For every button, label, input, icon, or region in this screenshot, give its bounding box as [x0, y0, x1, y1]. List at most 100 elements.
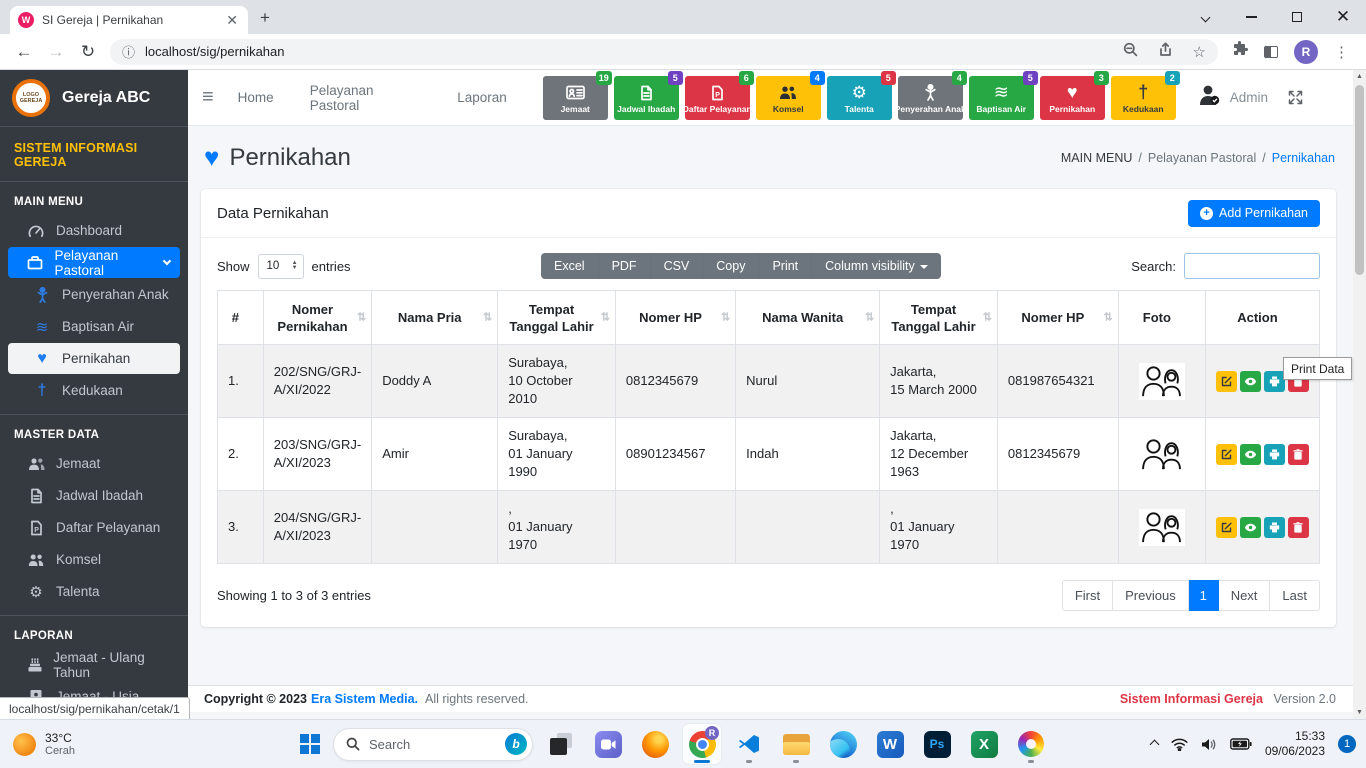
sidebar-item-pelayanan-pastoral[interactable]: Pelayanan Pastoral [8, 247, 180, 278]
sidebar-item-daftar-pelayanan[interactable]: P Daftar Pelayanan [8, 512, 180, 543]
bookmark-star-icon[interactable]: ☆ [1193, 43, 1206, 61]
share-icon[interactable] [1158, 42, 1173, 62]
col-header-hp-wanita[interactable]: Nomer HP⇅ [997, 291, 1118, 345]
print-button[interactable] [1264, 444, 1285, 465]
window-maximize-button[interactable] [1274, 0, 1320, 34]
zoom-icon[interactable] [1123, 42, 1138, 62]
taskbar-app-explorer[interactable] [777, 724, 815, 764]
pagination-previous[interactable]: Previous [1113, 580, 1189, 611]
sidebar-item-jemaat-ulang-tahun[interactable]: Jemaat - Ulang Tahun [8, 649, 180, 680]
forward-icon[interactable]: → [40, 42, 72, 62]
tab-close-icon[interactable]: ✕ [224, 12, 240, 29]
tile-talenta[interactable]: 5 ⚙ Talenta [827, 76, 892, 120]
taskbar-app-chrome[interactable]: R [683, 724, 721, 764]
sidebar-item-baptisan-air[interactable]: ≋ Baptisan Air [8, 311, 180, 342]
excel-button[interactable]: Excel [541, 253, 599, 279]
sidebar-item-penyerahan-anak[interactable]: Penyerahan Anak [8, 279, 180, 310]
taskbar-app-paint[interactable] [1012, 724, 1050, 764]
new-tab-button[interactable]: + [260, 8, 270, 28]
scrollbar-thumb[interactable] [1355, 85, 1364, 275]
tray-chevron-up-icon[interactable] [1151, 741, 1158, 748]
view-button[interactable] [1240, 444, 1261, 465]
view-button[interactable] [1240, 517, 1261, 538]
taskbar-app-word[interactable]: W [871, 724, 909, 764]
col-header-nama-wanita[interactable]: Nama Wanita⇅ [736, 291, 880, 345]
nav-link-pelayanan-pastoral[interactable]: Pelayanan Pastoral [310, 83, 422, 113]
taskbar-app-vscode[interactable] [730, 724, 768, 764]
browser-profile-avatar[interactable]: R [1294, 40, 1318, 64]
column-visibility-button[interactable]: Column visibility [812, 253, 941, 279]
page-scrollbar[interactable]: ▲ ▼ [1353, 70, 1366, 719]
pagination-page-1[interactable]: 1 [1189, 580, 1219, 611]
browser-menu-icon[interactable]: ⋮ [1334, 43, 1349, 61]
tile-pernikahan[interactable]: 3 ♥ Pernikahan [1040, 76, 1105, 120]
tile-kedukaan[interactable]: 2 † Kedukaan [1111, 76, 1176, 120]
speaker-icon[interactable] [1201, 738, 1217, 751]
col-header-nomer[interactable]: NomerPernikahan⇅ [263, 291, 371, 345]
taskbar-app-chat[interactable] [589, 724, 627, 764]
taskbar-app-firefox[interactable] [636, 724, 674, 764]
sidebar-item-dashboard[interactable]: Dashboard [8, 215, 180, 246]
pagination-last[interactable]: Last [1270, 580, 1320, 611]
csv-button[interactable]: CSV [651, 253, 704, 279]
search-input[interactable] [1184, 253, 1320, 279]
nav-link-laporan[interactable]: Laporan [457, 90, 507, 105]
pdf-button[interactable]: PDF [599, 253, 651, 279]
fullscreen-expand-icon[interactable] [1288, 90, 1303, 105]
pagination-next[interactable]: Next [1219, 580, 1271, 611]
tile-baptisan-air[interactable]: 5 ≋ Baptisan Air [969, 76, 1034, 120]
view-button[interactable] [1240, 371, 1261, 392]
window-menu-chevron-icon[interactable] [1182, 0, 1228, 34]
taskbar-search[interactable]: Search b [333, 728, 533, 761]
scroll-down-icon[interactable]: ▼ [1356, 706, 1363, 719]
reload-icon[interactable]: ↻ [72, 42, 104, 62]
taskbar-app-excel[interactable]: X [965, 724, 1003, 764]
scroll-up-icon[interactable]: ▲ [1356, 70, 1363, 83]
page-length-select[interactable]: 10 ▲▼ [258, 254, 304, 279]
window-minimize-button[interactable] [1228, 0, 1274, 34]
col-header-hp-pria[interactable]: Nomer HP⇅ [615, 291, 735, 345]
tile-jemaat[interactable]: 19 Jemaat [543, 76, 608, 120]
hamburger-menu-icon[interactable]: ≡ [202, 86, 214, 109]
tile-daftar-pelayanan[interactable]: 6 P Daftar Pelayanan [685, 76, 750, 120]
edit-button[interactable] [1216, 444, 1237, 465]
battery-icon[interactable] [1230, 738, 1252, 750]
sidebar-item-kedukaan[interactable]: † Kedukaan [8, 375, 180, 406]
taskbar-app-desktops[interactable] [542, 724, 580, 764]
print-button[interactable] [1264, 517, 1285, 538]
apps-grid-icon[interactable] [1323, 90, 1339, 106]
address-bar[interactable]: ⓘ localhost/sig/pernikahan ☆ [110, 39, 1218, 65]
col-header-ttl-pria[interactable]: TempatTanggal Lahir⇅ [498, 291, 616, 345]
tile-penyerahan-anak[interactable]: 4 Penyerahan Anak [898, 76, 963, 120]
edit-button[interactable] [1216, 371, 1237, 392]
delete-button[interactable] [1288, 444, 1309, 465]
edit-button[interactable] [1216, 517, 1237, 538]
pagination-first[interactable]: First [1062, 580, 1113, 611]
sidebar-item-pernikahan[interactable]: ♥ Pernikahan [8, 343, 180, 374]
print-button[interactable] [1264, 371, 1285, 392]
copy-button[interactable]: Copy [703, 253, 759, 279]
tile-komsel[interactable]: 4 Komsel [756, 76, 821, 120]
weather-widget[interactable]: 33°C Cerah [0, 731, 300, 758]
company-link[interactable]: Era Sistem Media. [311, 692, 418, 706]
col-header-nama-pria[interactable]: Nama Pria⇅ [372, 291, 498, 345]
side-panel-icon[interactable] [1264, 46, 1278, 58]
tile-jadwal-ibadah[interactable]: 5 Jadwal Ibadah [614, 76, 679, 120]
col-header-ttl-wanita[interactable]: TempatTanggal Lahir⇅ [880, 291, 998, 345]
nav-link-home[interactable]: Home [238, 90, 274, 105]
taskbar-clock[interactable]: 15:33 09/06/2023 [1265, 729, 1325, 759]
back-icon[interactable]: ← [8, 42, 40, 62]
user-name[interactable]: Admin [1230, 90, 1268, 105]
add-pernikahan-button[interactable]: + Add Pernikahan [1188, 200, 1320, 227]
breadcrumb-pelayanan-pastoral[interactable]: Pelayanan Pastoral [1148, 151, 1256, 165]
notification-badge[interactable]: 1 [1338, 735, 1356, 753]
user-avatar-icon[interactable] [1198, 84, 1222, 111]
print-button[interactable]: Print [759, 253, 812, 279]
window-close-button[interactable]: ✕ [1320, 0, 1366, 34]
taskbar-app-photoshop[interactable]: Ps [918, 724, 956, 764]
site-info-icon[interactable]: ⓘ [122, 42, 135, 61]
delete-button[interactable] [1288, 517, 1309, 538]
wifi-icon[interactable] [1171, 738, 1188, 751]
sidebar-item-jemaat[interactable]: Jemaat [8, 448, 180, 479]
sidebar-item-talenta[interactable]: ⚙ Talenta [8, 576, 180, 607]
